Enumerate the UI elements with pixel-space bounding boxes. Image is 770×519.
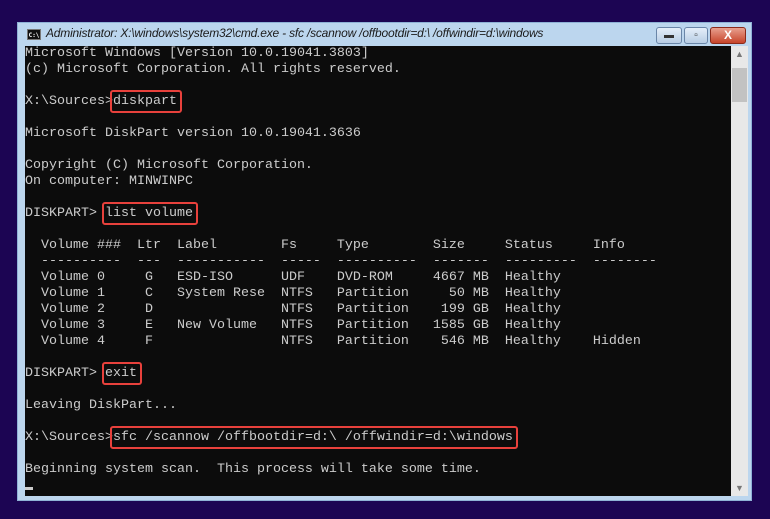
prompt-text: X:\Sources>: [25, 430, 113, 445]
console-line: Volume 1 C System Rese NTFS Partition 50…: [25, 286, 657, 302]
console-line: Beginning system scan. This process will…: [25, 462, 657, 478]
output-text: Leaving DiskPart...: [25, 398, 177, 413]
prompt-text: DISKPART>: [25, 366, 105, 381]
console-line: On computer: MINWINPC: [25, 174, 657, 190]
title-bar[interactable]: C:\ Administrator: X:\windows\system32\c…: [18, 23, 751, 46]
console-line: Volume 0 G ESD-ISO UDF DVD-ROM 4667 MB H…: [25, 270, 657, 286]
output-text: Copyright (C) Microsoft Corporation.: [25, 158, 313, 173]
output-text: On computer: MINWINPC: [25, 174, 193, 189]
cmd-window: C:\ Administrator: X:\windows\system32\c…: [17, 22, 752, 501]
console-line: DISKPART> list volume: [25, 206, 657, 222]
prompt-text: X:\Sources>: [25, 94, 113, 109]
console-line: Volume ### Ltr Label Fs Type Size Status…: [25, 238, 657, 254]
console-line: ---------- --- ----------- ----- -------…: [25, 254, 657, 270]
output-text: ---------- --- ----------- ----- -------…: [25, 254, 657, 269]
output-text: Volume ### Ltr Label Fs Type Size Status…: [25, 238, 625, 253]
console-line: X:\Sources>sfc /scannow /offbootdir=d:\ …: [25, 430, 657, 446]
console-line: Copyright (C) Microsoft Corporation.: [25, 158, 657, 174]
console-line: Volume 3 E New Volume NTFS Partition 158…: [25, 318, 657, 334]
console-lines: Microsoft Windows [Version 10.0.19041.38…: [25, 46, 657, 494]
output-text: Volume 2 D NTFS Partition 199 GB Healthy: [25, 302, 561, 317]
vertical-scrollbar[interactable]: ▲ ▼: [731, 46, 748, 496]
console-line: Volume 4 F NTFS Partition 546 MB Healthy…: [25, 334, 657, 350]
output-text: Microsoft Windows [Version 10.0.19041.38…: [25, 46, 369, 61]
output-text: Microsoft DiskPart version 10.0.19041.36…: [25, 126, 361, 141]
output-text: Volume 3 E New Volume NTFS Partition 158…: [25, 318, 561, 333]
highlighted-command: exit: [104, 366, 137, 381]
scroll-up-icon[interactable]: ▲: [731, 49, 748, 59]
window-title: Administrator: X:\windows\system32\cmd.e…: [46, 26, 544, 40]
output-text: Beginning system scan. This process will…: [25, 462, 481, 477]
console-line: [25, 478, 657, 494]
output-text: Volume 1 C System Rese NTFS Partition 50…: [25, 286, 561, 301]
console-line: Microsoft Windows [Version 10.0.19041.38…: [25, 46, 657, 62]
scrollbar-thumb[interactable]: [732, 68, 747, 102]
highlighted-command: list volume: [104, 206, 193, 221]
console-line: X:\Sources>diskpart: [25, 94, 657, 110]
highlighted-command: diskpart: [112, 94, 177, 109]
scroll-down-icon[interactable]: ▼: [731, 483, 748, 493]
minimize-button[interactable]: ▬: [656, 27, 682, 44]
console-line: Volume 2 D NTFS Partition 199 GB Healthy: [25, 302, 657, 318]
prompt-text: DISKPART>: [25, 206, 105, 221]
output-text: Volume 0 G ESD-ISO UDF DVD-ROM 4667 MB H…: [25, 270, 561, 285]
maximize-button[interactable]: ▫: [684, 27, 708, 44]
console-output[interactable]: Microsoft Windows [Version 10.0.19041.38…: [25, 46, 731, 496]
output-text: Volume 4 F NTFS Partition 546 MB Healthy…: [25, 334, 641, 349]
highlighted-command: sfc /scannow /offbootdir=d:\ /offwindir=…: [112, 430, 513, 445]
output-text: (c) Microsoft Corporation. All rights re…: [25, 62, 401, 77]
console-line: (c) Microsoft Corporation. All rights re…: [25, 62, 657, 78]
console-line: Microsoft DiskPart version 10.0.19041.36…: [25, 126, 657, 142]
text-cursor: [25, 487, 33, 490]
console-line: Leaving DiskPart...: [25, 398, 657, 414]
close-button[interactable]: X: [710, 27, 746, 44]
console-line: DISKPART> exit: [25, 366, 657, 382]
cmd-icon: C:\: [27, 29, 41, 40]
